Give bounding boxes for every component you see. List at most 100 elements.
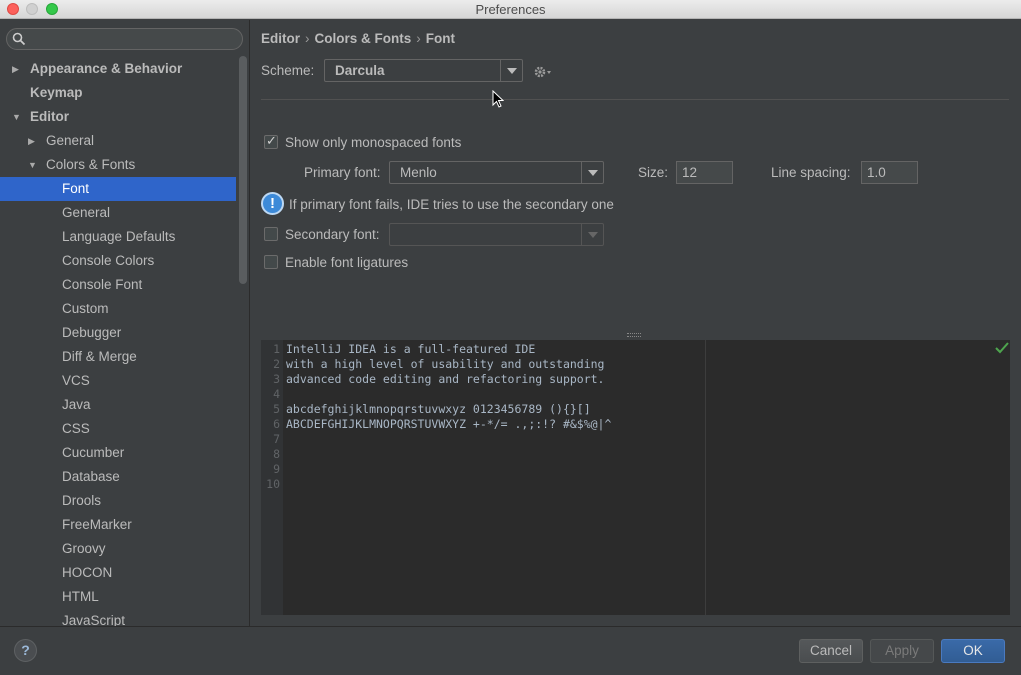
tree-item-hocon[interactable]: HOCON [0,561,236,585]
gear-icon[interactable] [533,64,553,80]
tree-item-javascript[interactable]: JavaScript [0,609,236,626]
tree-item-label: Custom [62,301,109,316]
line-number: 7 [273,432,280,446]
tree-item-label: Java [62,397,91,412]
cancel-button[interactable]: Cancel [799,639,863,663]
size-input[interactable]: 12 [676,161,733,184]
tree-item-label: Editor [30,109,69,124]
tree-item-colors-fonts[interactable]: ▼ Colors & Fonts [0,153,236,177]
tree-item-font[interactable]: Font [0,177,236,201]
code-line: 6 ABCDEFGHIJKLMNOPQRSTUVWXYZ +-*/= .,;:!?… [261,417,611,432]
tree-item-label: CSS [62,421,90,436]
tree-item-label: Console Colors [62,253,155,268]
code-line: 9 [261,462,286,477]
tree-item-general[interactable]: ▶ General [0,129,236,153]
tree-item-database[interactable]: Database [0,465,236,489]
size-value: 12 [682,165,698,180]
tree-item-appearance-behavior[interactable]: ▶ Appearance & Behavior [0,57,236,81]
section-divider [261,99,1009,100]
help-icon[interactable]: ? [14,639,37,662]
line-text: advanced code editing and refactoring su… [286,372,605,386]
scheme-select[interactable]: Darcula [324,59,523,82]
tree-item-label: Debugger [62,325,122,340]
chevron-down-icon[interactable]: ▼ [12,105,21,129]
line-text: IntelliJ IDEA is a full-featured IDE [286,342,536,356]
chevron-down-icon[interactable] [581,224,603,245]
chevron-down-icon[interactable]: ▼ [28,153,37,177]
code-line: 3 advanced code editing and refactoring s… [261,372,605,387]
settings-tree: ▶ Appearance & Behavior Keymap ▼ Editor ▶ Gene… [0,57,236,626]
tree-item-editor[interactable]: ▼ Editor [0,105,236,129]
line-text: abcdefghijklmnopqrstuvwxyz 0123456789 ()… [286,402,591,416]
font-preview-editor[interactable]: 1 IntelliJ IDEA is a full-featured IDE 2 wi… [261,340,1010,615]
line-spacing-label: Line spacing: [771,165,851,180]
tree-item-java[interactable]: Java [0,393,236,417]
line-number: 10 [266,477,280,491]
tree-item-drools[interactable]: Drools [0,489,236,513]
breadcrumb-editor: Editor [261,31,300,46]
dialog-button-bar: ? Cancel Apply OK [0,626,1021,675]
tree-item-diff-merge[interactable]: Diff & Merge [0,345,236,369]
tree-item-console-font[interactable]: Console Font [0,273,236,297]
primary-font-value: Menlo [400,165,437,180]
line-spacing-input[interactable]: 1.0 [861,161,918,184]
tree-item-groovy[interactable]: Groovy [0,537,236,561]
tree-item-general[interactable]: General [0,201,236,225]
primary-font-label: Primary font: [304,165,381,180]
chevron-down-icon[interactable] [581,162,603,183]
chevron-right-icon[interactable]: ▶ [12,57,19,81]
window-title: Preferences [475,2,546,17]
tree-item-html[interactable]: HTML [0,585,236,609]
code-line: 4 [261,387,286,402]
tree-item-label: VCS [62,373,90,388]
line-text: ABCDEFGHIJKLMNOPQRSTUVWXYZ +-*/= .,;:!? … [286,417,612,431]
ligatures-label: Enable font ligatures [285,255,409,270]
tree-item-freemarker[interactable]: FreeMarker [0,513,236,537]
inspection-ok-icon [995,342,1009,354]
line-number: 4 [273,387,280,401]
secondary-font-checkbox[interactable] [264,227,278,241]
monospaced-checkbox[interactable] [264,133,278,149]
info-icon: ! [261,192,284,215]
scheme-label: Scheme: [261,63,315,78]
tree-item-label: General [46,133,95,148]
tree-item-label: Keymap [30,85,83,100]
line-number: 8 [273,447,280,461]
right-margin-guide [705,340,706,615]
apply-button[interactable]: Apply [870,639,934,663]
line-number: 9 [273,462,280,476]
primary-font-select[interactable]: Menlo [389,161,604,184]
tree-item-debugger[interactable]: Debugger [0,321,236,345]
breadcrumb-font: Font [425,31,455,46]
tree-item-custom[interactable]: Custom [0,297,236,321]
secondary-font-label: Secondary font: [285,227,380,242]
sidebar-scrollbar[interactable] [239,56,247,284]
ok-button[interactable]: OK [941,639,1005,663]
tree-item-label: HTML [62,589,99,604]
tree-item-css[interactable]: CSS [0,417,236,441]
tree-item-keymap[interactable]: Keymap [0,81,236,105]
breadcrumb: Editor › Colors & Fonts › Font [261,31,455,46]
tree-item-vcs[interactable]: VCS [0,369,236,393]
tree-item-label: Groovy [62,541,106,556]
breadcrumb-separator-icon: › [305,31,310,46]
tree-item-label: Language Defaults [62,229,176,244]
line-spacing-value: 1.0 [867,165,886,180]
ligatures-checkbox[interactable] [264,255,278,269]
tree-item-label: Appearance & Behavior [30,61,183,76]
tree-item-cucumber[interactable]: Cucumber [0,441,236,465]
preview-splitter-handle[interactable] [627,333,641,337]
tree-item-language-defaults[interactable]: Language Defaults [0,225,236,249]
tree-item-console-colors[interactable]: Console Colors [0,249,236,273]
secondary-font-select[interactable] [389,223,604,246]
breadcrumb-separator-icon: › [416,31,421,46]
tree-item-label: Console Font [62,277,143,292]
chevron-down-icon[interactable] [500,60,522,81]
tree-item-label: Database [62,469,120,484]
code-line: 5 abcdefghijklmnopqrstuvwxyz 0123456789 (… [261,402,591,417]
title-bar: Preferences [0,0,1021,19]
settings-sidebar: ▶ Appearance & Behavior Keymap ▼ Editor ▶ Gene… [0,20,250,626]
chevron-right-icon[interactable]: ▶ [28,129,35,153]
search-input[interactable] [6,28,243,50]
mouse-cursor-icon [492,90,504,108]
